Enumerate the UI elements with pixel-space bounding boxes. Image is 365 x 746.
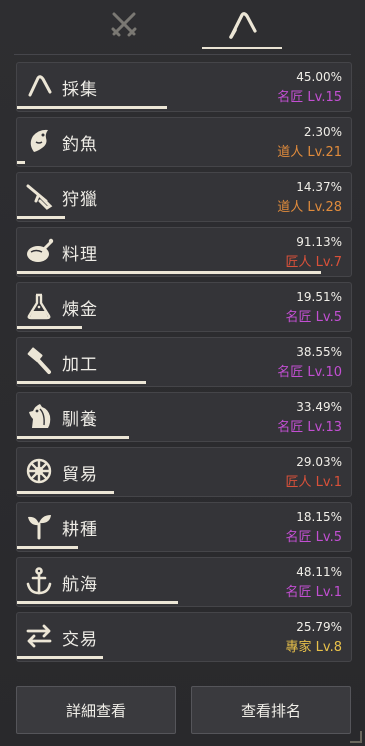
life-skills-panel: 採集 45.00% 名匠 Lv.15 釣魚 2.30% 道人 Lv.21 狩獵 … [0, 0, 365, 746]
tab-divider [14, 54, 351, 55]
skill-name: 耕種 [62, 520, 98, 540]
skill-name: 貿易 [62, 465, 98, 485]
skill-progress-fill [17, 381, 146, 384]
skill-progress-fill [17, 106, 168, 109]
skill-progress-bar [17, 601, 351, 604]
skill-name: 交易 [62, 630, 98, 650]
skill-row[interactable]: 加工 38.55% 名匠 Lv.10 [16, 337, 352, 387]
skill-name: 釣魚 [62, 135, 98, 155]
skill-level: 名匠 Lv.10 [277, 365, 342, 380]
skill-percent: 48.11% [296, 565, 342, 579]
skill-percent: 19.51% [296, 290, 342, 304]
skill-percent: 29.03% [296, 455, 342, 469]
skill-name: 採集 [62, 80, 98, 100]
skill-level: 名匠 Lv.5 [285, 310, 342, 325]
skill-percent: 25.79% [296, 620, 342, 634]
roast-chicken-icon [23, 235, 55, 267]
skill-progress-bar [17, 491, 351, 494]
skill-progress-fill [17, 161, 25, 164]
active-tab-indicator [202, 47, 282, 49]
skill-row[interactable]: 狩獵 14.37% 道人 Lv.28 [16, 172, 352, 222]
skill-list: 採集 45.00% 名匠 Lv.15 釣魚 2.30% 道人 Lv.21 狩獵 … [16, 62, 352, 667]
hammer-icon [23, 345, 55, 377]
skill-row[interactable]: 採集 45.00% 名匠 Lv.15 [16, 62, 352, 112]
tab-combat[interactable] [84, 4, 164, 48]
skill-progress-bar [17, 381, 351, 384]
skill-progress-fill [17, 656, 104, 659]
skill-progress-fill [17, 216, 65, 219]
exchange-arrows-icon [23, 620, 55, 652]
skill-level: 匠人 Lv.7 [285, 255, 342, 270]
skill-level: 道人 Lv.21 [277, 145, 342, 160]
sickle-icon [23, 70, 55, 102]
skill-progress-fill [17, 436, 129, 439]
skill-level: 道人 Lv.28 [277, 200, 342, 215]
skill-row[interactable]: 交易 25.79% 專家 Lv.8 [16, 612, 352, 662]
skill-row[interactable]: 耕種 18.15% 名匠 Lv.5 [16, 502, 352, 552]
skill-progress-bar [17, 546, 351, 549]
skill-progress-bar [17, 216, 351, 219]
anchor-icon [23, 565, 55, 597]
skill-level: 專家 Lv.8 [285, 640, 342, 655]
horse-head-icon [23, 400, 55, 432]
wheel-icon [23, 455, 55, 487]
skill-row[interactable]: 釣魚 2.30% 道人 Lv.21 [16, 117, 352, 167]
skill-level: 名匠 Lv.1 [285, 585, 342, 600]
crossed-swords-icon [107, 7, 141, 45]
skill-level: 名匠 Lv.5 [285, 530, 342, 545]
skill-level: 匠人 Lv.1 [285, 475, 342, 490]
sprout-icon [23, 510, 55, 542]
tab-life-skills[interactable] [202, 4, 282, 48]
skill-row[interactable]: 煉金 19.51% 名匠 Lv.5 [16, 282, 352, 332]
skill-name: 料理 [62, 245, 98, 265]
flask-icon [23, 290, 55, 322]
skill-percent: 33.49% [296, 400, 342, 414]
skill-progress-fill [17, 271, 322, 274]
skill-name: 狩獵 [62, 190, 98, 210]
skill-row[interactable]: 貿易 29.03% 匠人 Lv.1 [16, 447, 352, 497]
skill-progress-bar [17, 656, 351, 659]
skill-percent: 18.15% [296, 510, 342, 524]
skill-progress-bar [17, 436, 351, 439]
skill-percent: 91.13% [296, 235, 342, 249]
rifle-icon [23, 180, 55, 212]
skill-name: 加工 [62, 355, 98, 375]
skill-progress-bar [17, 326, 351, 329]
skill-progress-fill [17, 601, 178, 604]
skill-name: 航海 [62, 575, 98, 595]
tab-bar [0, 0, 365, 56]
skill-name: 煉金 [62, 300, 98, 320]
skill-percent: 2.30% [303, 125, 342, 139]
skill-progress-bar [17, 271, 351, 274]
skill-progress-fill [17, 491, 114, 494]
skill-percent: 38.55% [296, 345, 342, 359]
skill-percent: 45.00% [296, 70, 342, 84]
details-button[interactable]: 詳細查看 [16, 686, 176, 734]
sickle-icon [225, 7, 259, 45]
skill-level: 名匠 Lv.15 [277, 90, 342, 105]
skill-percent: 14.37% [296, 180, 342, 194]
skill-row[interactable]: 馴養 33.49% 名匠 Lv.13 [16, 392, 352, 442]
skill-progress-bar [17, 161, 351, 164]
fish-icon [23, 125, 55, 157]
skill-progress-fill [17, 546, 78, 549]
ranking-button[interactable]: 查看排名 [191, 686, 351, 734]
skill-progress-fill [17, 326, 83, 329]
skill-progress-bar [17, 106, 351, 109]
skill-name: 馴養 [62, 410, 98, 430]
resize-corner-icon[interactable] [350, 731, 362, 743]
skill-row[interactable]: 料理 91.13% 匠人 Lv.7 [16, 227, 352, 277]
skill-level: 名匠 Lv.13 [277, 420, 342, 435]
skill-row[interactable]: 航海 48.11% 名匠 Lv.1 [16, 557, 352, 607]
